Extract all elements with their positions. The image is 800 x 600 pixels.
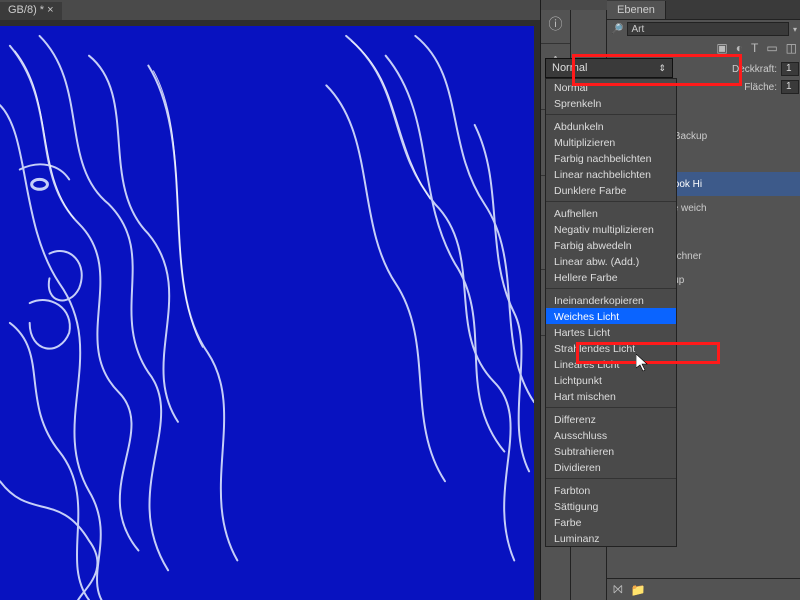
blend-option-hartes-licht[interactable]: Hartes Licht — [546, 324, 676, 340]
artwork-image — [0, 26, 534, 600]
blend-option-sprenkeln[interactable]: Sprenkeln — [546, 95, 676, 111]
canvas-area[interactable] — [0, 20, 540, 600]
fill-value[interactable]: 1 — [781, 80, 799, 94]
blend-option-linear-nachbelichten[interactable]: Linear nachbelichten — [546, 166, 676, 182]
document-tab[interactable]: GB/8) * × — [0, 2, 62, 22]
blend-option-linear-abw-add-[interactable]: Linear abw. (Add.) — [546, 253, 676, 269]
blend-mode-select[interactable]: Normal ⇕ — [545, 58, 673, 78]
filter-image-icon[interactable]: ▣ — [716, 41, 727, 55]
blend-option-ausschluss[interactable]: Ausschluss — [546, 427, 676, 443]
layers-footer: ⨝ 📁 — [607, 578, 800, 600]
blend-option-aufhellen[interactable]: Aufhellen — [546, 205, 676, 221]
folder-icon[interactable]: 📁 — [631, 583, 646, 597]
blend-option-farbton[interactable]: Farbton — [546, 482, 676, 498]
blend-mode-menu[interactable]: NormalSprenkelnAbdunkelnMultiplizierenFa… — [545, 78, 677, 547]
filter-adjust-icon[interactable]: ◐ — [736, 41, 743, 55]
search-dropdown-icon[interactable]: ▾ — [793, 25, 797, 34]
blend-option-differenz[interactable]: Differenz — [546, 411, 676, 427]
blend-option-lineares-licht[interactable]: Lineares Licht — [546, 356, 676, 372]
filter-icons-row: ▣ ◐ T ▭ ◫ — [607, 38, 800, 58]
blend-option-multiplizieren[interactable]: Multiplizieren — [546, 134, 676, 150]
blend-option-farbig-abwedeln[interactable]: Farbig abwedeln — [546, 237, 676, 253]
opacity-value[interactable]: 1 — [781, 62, 799, 76]
blend-option-dividieren[interactable]: Dividieren — [546, 459, 676, 475]
cursor-icon — [636, 354, 650, 372]
blend-option-abdunkeln[interactable]: Abdunkeln — [546, 118, 676, 134]
blend-option-subtrahieren[interactable]: Subtrahieren — [546, 443, 676, 459]
layer-search-input[interactable] — [627, 22, 789, 36]
fill-label: Fläche: — [744, 82, 777, 93]
blend-option-hart-mischen[interactable]: Hart mischen — [546, 388, 676, 404]
blend-option-luminanz[interactable]: Luminanz — [546, 530, 676, 546]
search-icon: 🔎 — [611, 24, 623, 35]
blend-option-negativ-multiplizieren[interactable]: Negativ multiplizieren — [546, 221, 676, 237]
chevron-updown-icon: ⇕ — [658, 63, 666, 74]
blend-option-weiches-licht[interactable]: Weiches Licht — [546, 308, 676, 324]
blend-option-strahlendes-licht[interactable]: Strahlendes Licht — [546, 340, 676, 356]
blend-option-normal[interactable]: Normal — [546, 79, 676, 95]
info-icon[interactable]: ⓘ — [541, 10, 570, 38]
blend-mode-current: Normal — [552, 62, 587, 74]
blend-option-farbig-nachbelichten[interactable]: Farbig nachbelichten — [546, 150, 676, 166]
opacity-label: Deckkraft: — [732, 64, 777, 75]
filter-smart-icon[interactable]: ◫ — [786, 41, 797, 55]
filter-type-icon[interactable]: T — [751, 41, 758, 55]
blend-option-farbe[interactable]: Farbe — [546, 514, 676, 530]
filter-shape-icon[interactable]: ▭ — [766, 41, 777, 55]
link-layers-icon[interactable]: ⨝ — [613, 582, 623, 597]
blend-option-ineinanderkopieren[interactable]: Ineinanderkopieren — [546, 292, 676, 308]
tab-layers[interactable]: Ebenen — [607, 1, 666, 19]
blend-option-hellere-farbe[interactable]: Hellere Farbe — [546, 269, 676, 285]
blend-option-dunklere-farbe[interactable]: Dunklere Farbe — [546, 182, 676, 198]
blend-option-s-ttigung[interactable]: Sättigung — [546, 498, 676, 514]
blend-option-lichtpunkt[interactable]: Lichtpunkt — [546, 372, 676, 388]
